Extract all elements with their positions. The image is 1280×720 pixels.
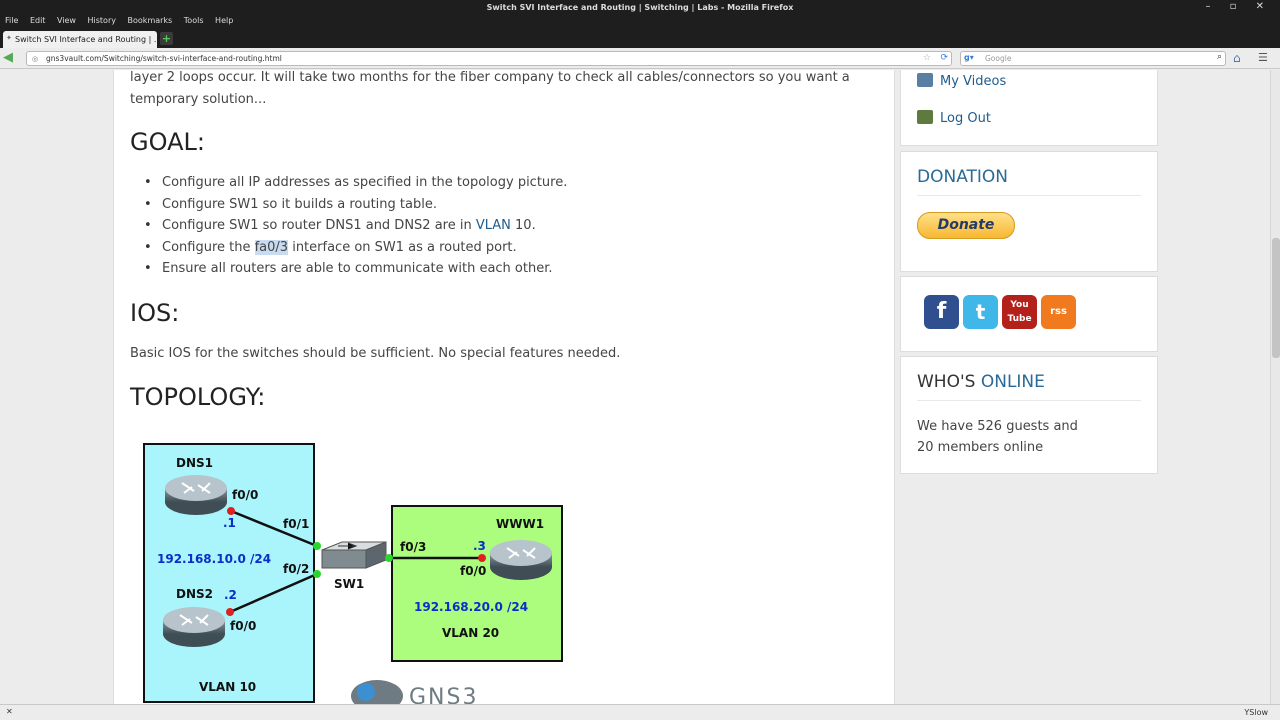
label-sw1: SW1 — [334, 577, 364, 591]
list-item: Configure SW1 so router DNS1 and DNS2 ar… — [144, 215, 567, 237]
port-dot-sw-f01 — [313, 542, 321, 550]
selected-text[interactable]: fa0/3 — [254, 239, 289, 255]
window-controls[interactable]: – ▫ ✕ — [1205, 1, 1272, 12]
tab-active[interactable]: ✦ Switch SVI Interface and Routing | ... — [3, 31, 157, 48]
donate-button[interactable]: Donate — [917, 212, 1015, 239]
menu-help[interactable]: Help — [215, 16, 233, 25]
topology-diagram: DNS1 DNS2 WWW1 SW1 f0/0 f0/0 f0/1 f0/2 f… — [143, 443, 563, 704]
intro-line-2: temporary solution... — [130, 92, 267, 107]
router-dns1 — [165, 475, 227, 515]
online-count-text: We have 526 guests and 20 members online — [917, 419, 1078, 455]
navigation-bar: ◀ ◎ gns3vault.com/Switching/switch-svi-i… — [0, 48, 1280, 69]
port-dot-sw-f02 — [313, 570, 321, 578]
label-net20: 192.168.20.0 /24 — [414, 600, 528, 614]
reload-icon[interactable]: ⟳ — [940, 53, 948, 63]
new-tab-button[interactable]: + — [160, 32, 173, 45]
ios-paragraph: Basic IOS for the switches should be suf… — [130, 346, 621, 361]
port-dot-dns1 — [227, 507, 235, 515]
label-www-if: f0/0 — [460, 564, 486, 578]
menu-file[interactable]: File — [5, 16, 18, 25]
search-bar[interactable]: g▾ Google ⌕ — [960, 51, 1226, 66]
back-arrow-icon[interactable]: ◀ — [3, 51, 19, 65]
ios-heading: IOS: — [130, 299, 180, 327]
vlan-link[interactable]: VLAN — [476, 218, 511, 233]
tab-favicon-icon: ✦ — [6, 34, 12, 42]
menu-edit[interactable]: Edit — [30, 16, 46, 25]
my-videos-link[interactable]: My Videos — [917, 73, 1006, 89]
menu-view[interactable]: View — [57, 16, 76, 25]
status-bar: ✕ YSlow — [0, 704, 1280, 720]
log-out-link[interactable]: Log Out — [917, 110, 991, 126]
port-dot-dns2 — [226, 608, 234, 616]
search-icon[interactable]: ⌕ — [1217, 52, 1222, 62]
router-dns2 — [163, 607, 225, 647]
video-icon — [917, 73, 933, 87]
site-favicon-icon: ◎ — [32, 55, 39, 63]
divider — [917, 400, 1141, 401]
window-title: Switch SVI Interface and Routing | Switc… — [486, 3, 794, 12]
list-item: Configure all IP addresses as specified … — [144, 172, 567, 194]
goal-list: Configure all IP addresses as specified … — [144, 172, 567, 280]
label-www-ip: .3 — [473, 539, 486, 553]
home-icon[interactable]: ⌂ — [1233, 51, 1241, 65]
window-titlebar: Switch SVI Interface and Routing | Switc… — [0, 0, 1280, 16]
label-net10: 192.168.10.0 /24 — [157, 552, 271, 566]
label-vlan10: VLAN 10 — [199, 680, 256, 694]
label-dns1-if: f0/0 — [232, 488, 258, 502]
label-sw-f03: f0/3 — [400, 540, 426, 554]
goal-heading: GOAL: — [130, 128, 205, 156]
label-dns1-ip: .1 — [223, 516, 236, 530]
user-menu-panel: My Videos Log Out — [900, 70, 1158, 146]
article-content: layer 2 loops occur. It will take two mo… — [113, 70, 895, 704]
whos-online-heading: WHO'S ONLINE — [917, 372, 1045, 392]
tab-label: Switch SVI Interface and Routing | ... — [15, 35, 157, 44]
menu-history[interactable]: History — [88, 16, 116, 25]
twitter-icon[interactable]: t — [963, 295, 998, 329]
port-dot-sw-f03 — [385, 554, 393, 562]
label-vlan20: VLAN 20 — [442, 626, 499, 640]
facebook-icon[interactable]: f — [924, 295, 959, 329]
intro-line-1: layer 2 loops occur. It will take two mo… — [130, 70, 850, 85]
menu-icon[interactable]: ☰ — [1258, 51, 1268, 64]
label-dns2-if: f0/0 — [230, 619, 256, 633]
list-item: Configure the fa0/3 interface on SW1 as … — [144, 237, 567, 259]
search-placeholder: Google — [985, 54, 1012, 63]
topology-heading: TOPOLOGY: — [130, 383, 266, 411]
url-bar[interactable]: ◎ gns3vault.com/Switching/switch-svi-int… — [26, 51, 952, 66]
list-item: Configure SW1 so it builds a routing tab… — [144, 194, 567, 216]
menu-tools[interactable]: Tools — [184, 16, 204, 25]
social-panel: f t You Tube rss — [900, 276, 1158, 352]
intro-paragraph: layer 2 loops occur. It will take two mo… — [130, 70, 850, 111]
page-scrollbar[interactable] — [1270, 70, 1280, 704]
label-www1: WWW1 — [496, 517, 544, 531]
switch-sw1 — [321, 541, 387, 569]
gns3-logo: GNS3 — [351, 680, 478, 704]
logout-icon — [917, 110, 933, 124]
close-icon[interactable]: ✕ — [6, 707, 13, 716]
bookmark-star-icon[interactable]: ☆ — [923, 53, 931, 63]
svg-text:GNS3: GNS3 — [409, 685, 478, 704]
label-sw-f02: f0/2 — [283, 562, 309, 576]
whos-online-panel: WHO'S ONLINE We have 526 guests and 20 m… — [900, 356, 1158, 474]
donation-panel: DONATION Donate — [900, 151, 1158, 272]
port-dot-www1 — [478, 554, 486, 562]
tab-bar: File Edit View History Bookmarks Tools H… — [0, 16, 1280, 48]
donation-heading: DONATION — [917, 167, 1008, 187]
youtube-icon[interactable]: You Tube — [1002, 295, 1037, 329]
rss-icon[interactable]: rss — [1041, 295, 1076, 329]
router-www1 — [490, 540, 552, 580]
google-icon: g▾ — [964, 53, 974, 62]
scrollbar-thumb[interactable] — [1272, 238, 1280, 358]
list-item: Ensure all routers are able to communica… — [144, 258, 567, 280]
label-dns2: DNS2 — [176, 587, 213, 601]
label-dns2-ip: .2 — [224, 588, 237, 602]
menu-bookmarks[interactable]: Bookmarks — [128, 16, 173, 25]
page-viewport: layer 2 loops occur. It will take two mo… — [0, 70, 1270, 704]
url-text: gns3vault.com/Switching/switch-svi-inter… — [46, 54, 282, 63]
label-sw-f01: f0/1 — [283, 517, 309, 531]
label-dns1: DNS1 — [176, 456, 213, 470]
yslow-addon[interactable]: YSlow — [1244, 708, 1268, 717]
menu-bar: File Edit View History Bookmarks Tools H… — [0, 16, 560, 30]
divider — [917, 195, 1141, 196]
